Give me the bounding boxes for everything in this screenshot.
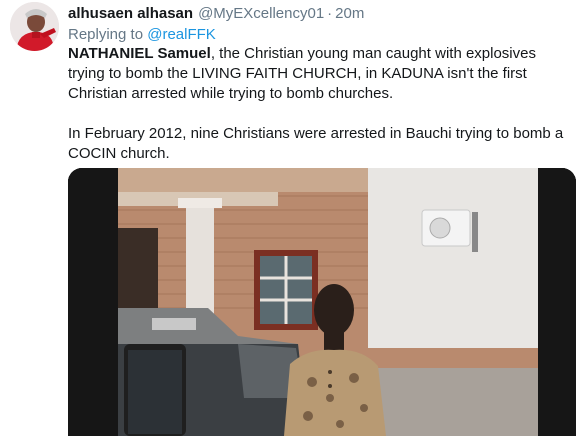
body-name: NATHANIEL Samuel bbox=[68, 45, 211, 62]
tweet-media-photo[interactable] bbox=[68, 168, 576, 436]
tweet: alhusaen alhasan @MyEXcellency01 · 20m Repl… bbox=[0, 0, 580, 436]
author-handle[interactable]: @MyEXcellency01 bbox=[198, 5, 324, 22]
timestamp[interactable]: 20m bbox=[335, 5, 364, 22]
separator-dot: · bbox=[327, 5, 333, 22]
author-name[interactable]: alhusaen alhasan bbox=[68, 5, 193, 22]
tweet-header: alhusaen alhasan @MyEXcellency01 · 20m bbox=[68, 4, 364, 24]
replying-prefix: Replying to bbox=[68, 26, 144, 43]
tweet-paragraph-1: NATHANIEL Samuel, the Christian young ma… bbox=[68, 44, 568, 104]
replying-to: Replying to @realFFK bbox=[68, 25, 216, 45]
tweet-paragraph-2: In February 2012, nine Christians were a… bbox=[68, 125, 564, 162]
tweet-body: NATHANIEL Samuel, the Christian young ma… bbox=[68, 44, 568, 164]
avatar[interactable] bbox=[10, 2, 59, 51]
reply-mention-link[interactable]: @realFFK bbox=[147, 26, 216, 43]
